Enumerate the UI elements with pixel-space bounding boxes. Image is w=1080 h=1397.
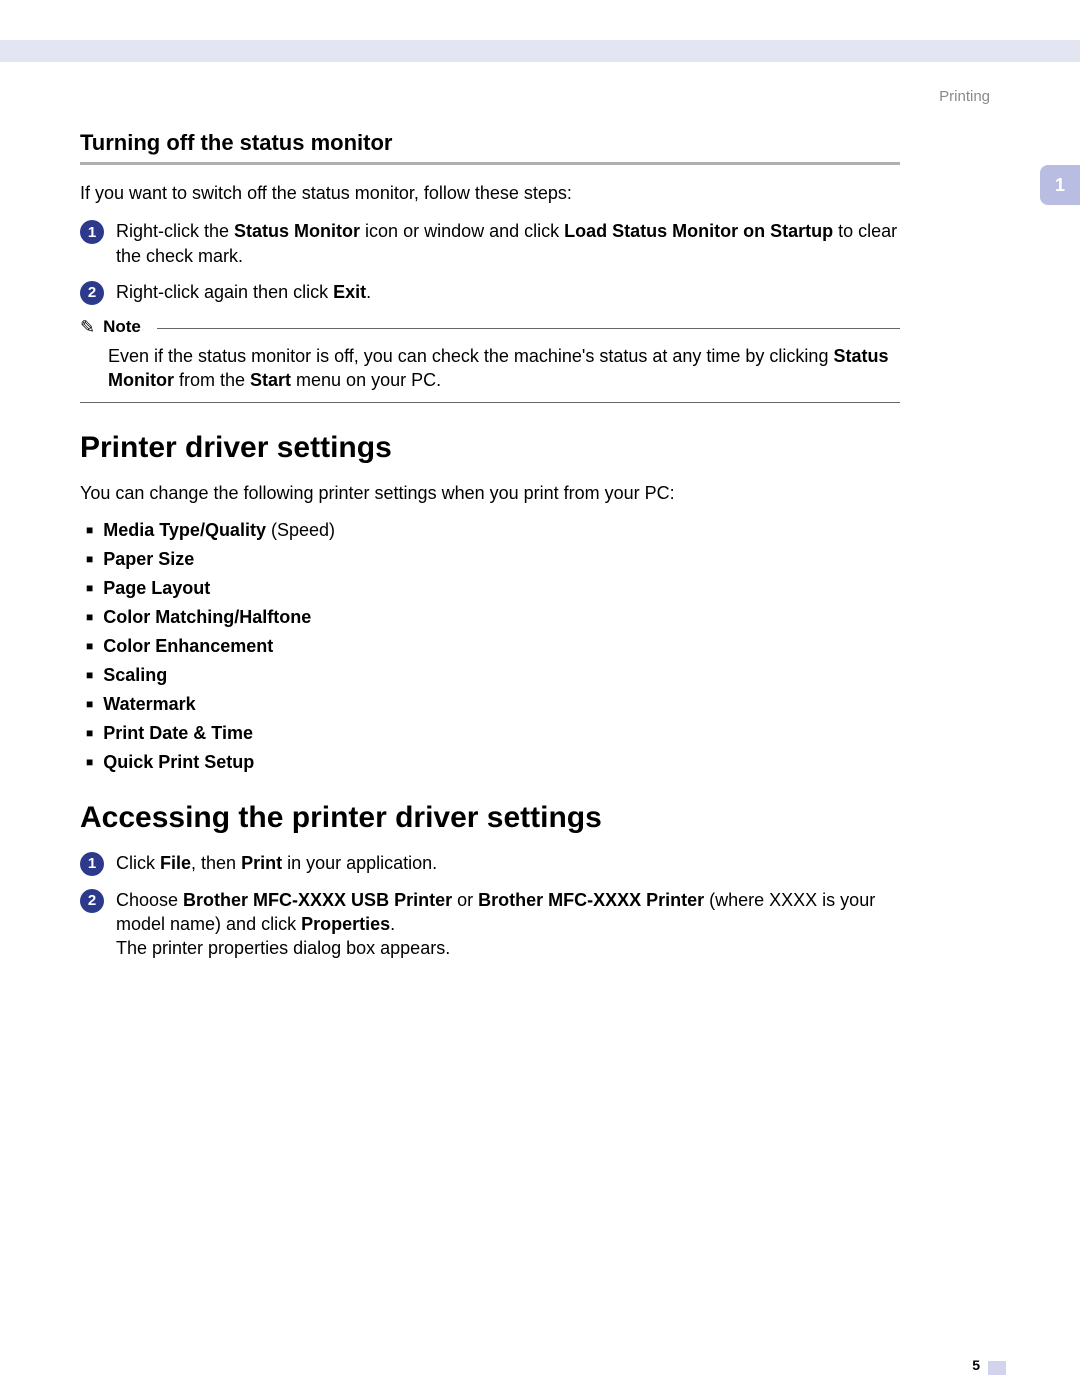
bold: Quick Print Setup <box>103 752 254 772</box>
list-item: Watermark <box>86 694 900 715</box>
text: Choose <box>116 890 183 910</box>
header-band <box>0 40 1080 62</box>
section2-intro: You can change the following printer set… <box>80 481 900 505</box>
step-2: 2 Right-click again then click Exit. <box>80 280 900 305</box>
step-badge-2: 2 <box>80 281 104 305</box>
chapter-tab: 1 <box>1040 165 1080 205</box>
text: Right-click again then click <box>116 282 333 302</box>
settings-list: Media Type/Quality (Speed) Paper Size Pa… <box>80 520 900 773</box>
bold: File <box>160 853 191 873</box>
list-item: Color Enhancement <box>86 636 900 657</box>
list-item: Color Matching/Halftone <box>86 607 900 628</box>
page-number: 5 <box>972 1357 980 1373</box>
text: Right-click the <box>116 221 234 241</box>
subsection-rule <box>80 162 900 165</box>
step-badge-1: 1 <box>80 220 104 244</box>
note-icon: ✎ <box>80 317 95 338</box>
access-step-2: 2 Choose Brother MFC-XXXX USB Printer or… <box>80 888 900 961</box>
note-rule-top <box>157 328 900 329</box>
note-rule-bottom <box>80 402 900 403</box>
text: icon or window and click <box>360 221 564 241</box>
running-header: Printing <box>939 88 990 105</box>
step-2-text: Right-click again then click Exit. <box>116 280 371 305</box>
text: menu on your PC. <box>291 370 441 390</box>
note-label: Note <box>103 317 141 337</box>
text: . <box>390 914 395 934</box>
text: (Speed) <box>266 520 335 540</box>
note-body: Even if the status monitor is off, you c… <box>80 338 900 403</box>
bold: Print Date & Time <box>103 723 253 743</box>
bold: Paper Size <box>103 549 194 569</box>
section-title-accessing: Accessing the printer driver settings <box>80 801 900 835</box>
list-item: Quick Print Setup <box>86 752 900 773</box>
text: Click <box>116 853 160 873</box>
text: . <box>366 282 371 302</box>
bold: Brother MFC-XXXX USB Printer <box>183 890 452 910</box>
bold: Properties <box>301 914 390 934</box>
list-item: Scaling <box>86 665 900 686</box>
text: in your application. <box>282 853 437 873</box>
bold: Status Monitor <box>234 221 360 241</box>
access-step-1: 1 Click File, then Print in your applica… <box>80 851 900 876</box>
access-step-1-text: Click File, then Print in your applicati… <box>116 851 437 876</box>
bold: Watermark <box>103 694 195 714</box>
page-content: Turning off the status monitor If you wa… <box>80 130 900 973</box>
list-item: Paper Size <box>86 549 900 570</box>
bold: Start <box>250 370 291 390</box>
bold: Media Type/Quality <box>103 520 266 540</box>
note-callout: ✎ Note Even if the status monitor is off… <box>80 317 900 404</box>
step-1-text: Right-click the Status Monitor icon or w… <box>116 219 900 268</box>
step-badge-1: 1 <box>80 852 104 876</box>
section-title-printer-driver-settings: Printer driver settings <box>80 431 900 465</box>
bold: Scaling <box>103 665 167 685</box>
document-page: Printing 1 Turning off the status monito… <box>0 0 1080 1397</box>
list-item: Print Date & Time <box>86 723 900 744</box>
chapter-number: 1 <box>1055 175 1065 196</box>
intro-paragraph: If you want to switch off the status mon… <box>80 181 900 205</box>
note-header: ✎ Note <box>80 317 900 338</box>
bold: Print <box>241 853 282 873</box>
text: or <box>452 890 478 910</box>
list-item: Media Type/Quality (Speed) <box>86 520 900 541</box>
text: , then <box>191 853 241 873</box>
bold: Color Enhancement <box>103 636 273 656</box>
text: from the <box>174 370 250 390</box>
text: Even if the status monitor is off, you c… <box>108 346 833 366</box>
bold: Exit <box>333 282 366 302</box>
subsection-title-turning-off: Turning off the status monitor <box>80 130 900 156</box>
bold: Brother MFC-XXXX Printer <box>478 890 704 910</box>
step-badge-2: 2 <box>80 889 104 913</box>
page-number-bar <box>988 1361 1006 1375</box>
list-item: Page Layout <box>86 578 900 599</box>
bold: Page Layout <box>103 578 210 598</box>
bold: Load Status Monitor on Startup <box>564 221 833 241</box>
text: The printer properties dialog box appear… <box>116 938 450 958</box>
access-step-2-text: Choose Brother MFC-XXXX USB Printer or B… <box>116 888 900 961</box>
step-1: 1 Right-click the Status Monitor icon or… <box>80 219 900 268</box>
bold: Color Matching/Halftone <box>103 607 311 627</box>
